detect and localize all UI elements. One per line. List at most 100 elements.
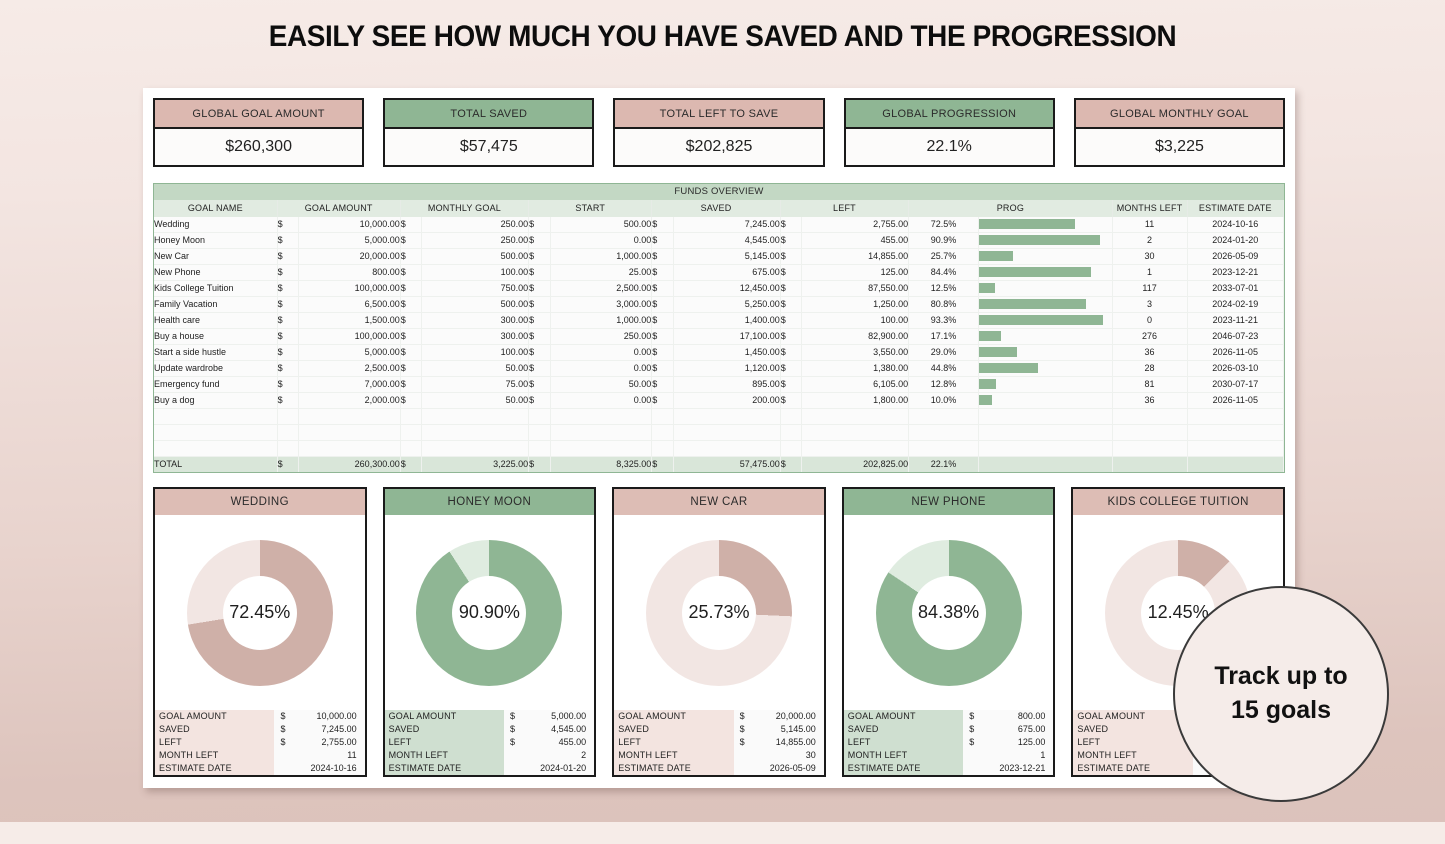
cell-empty (421, 440, 530, 458)
cell-saved: 17,100.00 (673, 328, 781, 346)
goal-card-1: HONEY MOON 90.90% GOAL AMOUNT $5,000.00 SAVE… (382, 487, 597, 778)
cell-empty (421, 408, 530, 426)
cell-saved: 200.00 (673, 392, 781, 410)
cell-estimate-date: 2046-07-23 (1187, 328, 1285, 346)
cell-monthly: 100.00 (421, 344, 530, 362)
prog-bar (978, 267, 1091, 278)
stat-number: 20,000.00 (775, 711, 816, 722)
prog-bar (978, 299, 1087, 310)
prog-bar-cell (978, 376, 1113, 394)
table-row[interactable]: New Phone $800.00 $100.00 $25.00 $675.00 $125… (154, 264, 1285, 282)
prog-bar (978, 363, 1039, 374)
stat-label: MONTH LEFT (614, 749, 734, 763)
cell-monthly: 100.00 (421, 264, 530, 282)
table-row[interactable]: New Car $20,000.00 $500.00 $1,000.00 $5,145.… (154, 248, 1285, 266)
stat-row: MONTH LEFT 2 (384, 749, 595, 763)
currency-symbol: $ (780, 392, 803, 410)
table-row[interactable]: Buy a dog $2,000.00 $50.00 $0.00 $200.00 $1,8… (154, 392, 1285, 410)
cell-monthly: 250.00 (421, 232, 530, 250)
cell-goal: 20,000.00 (298, 248, 401, 266)
stat-number: 1 (1040, 750, 1046, 761)
table-row[interactable]: Honey Moon $5,000.00 $250.00 $0.00 $4,545.00… (154, 232, 1285, 250)
currency-symbol: $ (528, 456, 551, 473)
stat-label: MONTH LEFT (843, 749, 964, 763)
goal-card-title: KIDS COLLEGE TUITION (1073, 489, 1283, 516)
stat-value-saved: $675.00 (963, 723, 1054, 737)
cell-prog: 25.7% (908, 248, 979, 266)
stat-value-saved: $5,145.00 (733, 723, 824, 737)
table-row[interactable]: Update wardrobe $2,500.00 $50.00 $0.00 $1,12… (154, 360, 1285, 378)
stat-value-date: 2023-12-21 (963, 762, 1054, 776)
currency-symbol: $ (780, 456, 803, 473)
cell-estimate-date: 2026-03-10 (1187, 360, 1285, 378)
cell-saved: 1,120.00 (673, 360, 781, 378)
funds-overview-table: FUNDS OVERVIEW GOAL NAME GOAL AMOUNT MON… (153, 183, 1285, 474)
prog-bar-cell (978, 344, 1113, 362)
stat-row: SAVED $7,245.00 (155, 723, 365, 737)
cell-start: 1,000.00 (550, 248, 653, 266)
stat-value-months: 1 (963, 749, 1054, 763)
cell-monthly: 300.00 (421, 312, 530, 330)
kpi-label: GLOBAL MONTHLY GOAL (1075, 100, 1284, 129)
cell-empty (277, 424, 300, 442)
cell-empty (400, 440, 423, 458)
stat-value-left: $455.00 (504, 736, 595, 750)
kpi-value: $3,225 (1075, 129, 1284, 165)
currency-symbol: $ (400, 344, 423, 362)
col-goal-amount: GOAL AMOUNT (277, 200, 401, 217)
stat-number: 30 (805, 750, 816, 761)
cell-months-left: 36 (1112, 392, 1188, 410)
stat-label: GOAL AMOUNT (843, 710, 964, 724)
cell-empty (154, 440, 278, 458)
kpi-card-0: GLOBAL GOAL AMOUNT $260,300 (153, 98, 365, 167)
cell-prog: 90.9% (908, 232, 979, 250)
stat-row: LEFT $455.00 (384, 736, 595, 750)
currency-symbol: $ (780, 344, 803, 362)
currency-symbol: $ (780, 280, 803, 298)
donut-area: 25.73% (614, 515, 824, 711)
cell-empty (298, 424, 401, 442)
cell-saved: 5,145.00 (673, 248, 781, 266)
table-row[interactable]: Start a side hustle $5,000.00 $100.00 $0.00… (154, 344, 1285, 362)
stat-value-left: $2,755.00 (274, 736, 365, 750)
total-date (1187, 456, 1285, 473)
cell-start: 0.00 (550, 360, 653, 378)
stat-value-goal: $800.00 (963, 710, 1054, 724)
table-row-empty[interactable] (154, 440, 1285, 458)
cell-empty (978, 408, 1113, 426)
stat-label: LEFT (155, 736, 275, 750)
table-row[interactable]: Buy a house $100,000.00 $300.00 $250.00 $17,… (154, 328, 1285, 346)
table-row-empty[interactable] (154, 424, 1285, 442)
currency-symbol: $ (277, 312, 300, 330)
goal-card-title: NEW PHONE (843, 489, 1054, 516)
currency-symbol: $ (651, 217, 674, 234)
currency-symbol: $ (400, 296, 423, 314)
table-row[interactable]: Health care $1,500.00 $300.00 $1,000.00 $1,4… (154, 312, 1285, 330)
stat-value-saved: $4,545.00 (504, 723, 595, 737)
cell-empty (673, 424, 781, 442)
donut-area: 84.38% (843, 515, 1054, 711)
currency-symbol: $ (739, 737, 745, 748)
stat-number: 5,145.00 (780, 724, 816, 735)
table-row[interactable]: Family Vacation $6,500.00 $500.00 $3,000.00… (154, 296, 1285, 314)
cell-empty (651, 408, 674, 426)
currency-symbol: $ (528, 217, 551, 234)
cell-start: 1,000.00 (550, 312, 653, 330)
prog-bar-cell (978, 280, 1113, 298)
stat-number: 10,000.00 (316, 711, 357, 722)
table-row[interactable]: Kids College Tuition $100,000.00 $750.00 $2… (154, 280, 1285, 298)
table-row-empty[interactable] (154, 408, 1285, 426)
cell-prog: 12.5% (908, 280, 979, 298)
currency-symbol: $ (528, 392, 551, 410)
cell-saved: 12,450.00 (673, 280, 781, 298)
stat-value-saved: $7,245.00 (274, 723, 365, 737)
cell-prog: 93.3% (908, 312, 979, 330)
total-monthly: 3,225.00 (421, 456, 530, 473)
table-row[interactable]: Emergency fund $7,000.00 $75.00 $50.00 $895.… (154, 376, 1285, 394)
cell-left: 82,900.00 (801, 328, 910, 346)
currency-symbol: $ (780, 232, 803, 250)
cell-empty (1187, 424, 1285, 442)
table-row[interactable]: Wedding $10,000.00 $250.00 $500.00 $7,245.00… (154, 217, 1285, 234)
cell-monthly: 50.00 (421, 392, 530, 410)
stat-row: ESTIMATE DATE 2024-10-16 (155, 762, 365, 776)
